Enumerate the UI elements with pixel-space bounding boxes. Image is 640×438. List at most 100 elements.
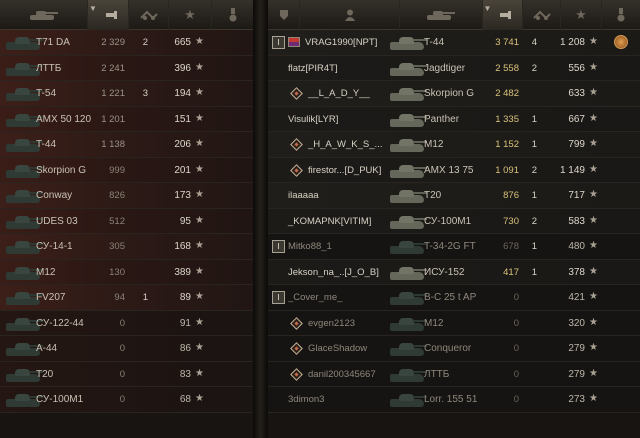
damage-value: 826 <box>109 190 125 201</box>
player-row[interactable]: СУ-14-1 305 168 ★ <box>0 234 253 260</box>
xp-value: 151 <box>174 113 191 125</box>
left-team-panel: ▼ ★ T71 DA 2 329 2 665 ★ ЛТТБ 2 241 396 ★ T-54 1 2… <box>0 0 253 438</box>
player-row[interactable]: I _Cover_me_ B-C 25 t AP 0 421 ★ <box>268 285 640 311</box>
vehicle-name: Skorpion G <box>36 164 87 176</box>
kills-header[interactable] <box>523 0 561 30</box>
player-row[interactable]: UDES 03 512 95 ★ <box>0 208 253 234</box>
player-row[interactable]: __L_A_D_Y__ Skorpion G 2 482 633 ★ <box>268 81 640 107</box>
sort-arrow-icon: ▼ <box>89 4 97 13</box>
player-row[interactable]: T20 0 83 ★ <box>0 361 253 387</box>
tank-icon <box>388 265 427 281</box>
player-row[interactable]: СУ-122-44 0 91 ★ <box>0 310 253 336</box>
vehicle-name: ЛТТБ <box>36 62 62 74</box>
damage-value: 2 329 <box>101 37 125 48</box>
vehicle-name: AMX 50 120 <box>36 113 92 125</box>
tank-header[interactable] <box>400 0 483 30</box>
sort-damage-header[interactable]: ▼ <box>88 0 129 30</box>
vehicle-name: AMX 13 75 <box>424 164 474 176</box>
damage-value: 130 <box>109 266 125 278</box>
player-row[interactable]: Jekson_na_..[J_O_B] ИСУ-152 417 1 378 ★ <box>268 259 640 285</box>
kills-icon <box>532 10 551 20</box>
vehicle-name: ИСУ-152 <box>424 266 465 278</box>
player-row[interactable]: T-44 1 138 206 ★ <box>0 132 253 158</box>
player-name: GlaceShadow <box>308 343 368 354</box>
damage-value: 0 <box>513 343 519 354</box>
player-row[interactable]: GlaceShadow Conqueror 0 279 ★ <box>268 336 640 362</box>
player-row[interactable]: danil200345667 ЛТТБ 0 279 ★ <box>268 361 640 387</box>
damage-value: 1 221 <box>101 88 125 99</box>
player-row[interactable]: FV207 94 1 89 ★ <box>0 285 253 311</box>
player-row[interactable]: 3dimon3 Lorr. 155 51 0 273 ★ <box>268 387 640 413</box>
player-row[interactable]: ilaaaaa T20 876 1 717 ★ <box>268 183 640 209</box>
kills-header[interactable] <box>129 0 169 30</box>
player-row[interactable]: A-44 0 86 ★ <box>0 336 253 362</box>
medal-header[interactable] <box>602 0 640 30</box>
left-player-list: T71 DA 2 329 2 665 ★ ЛТТБ 2 241 396 ★ T-54 1 221 3 1… <box>0 30 253 413</box>
player-name: VRAG1990[NPT] <box>305 37 378 48</box>
kills-value: 2 <box>531 62 537 74</box>
tank-icon <box>388 316 427 332</box>
kills-value: 1 <box>531 266 537 278</box>
xp-header[interactable]: ★ <box>169 0 212 30</box>
player-name: Jekson_na_..[J_O_B] <box>288 266 379 278</box>
damage-value: 1 091 <box>495 164 519 176</box>
player-row[interactable]: _KOMAPNK[VITIM] СУ-100М1 730 2 583 ★ <box>268 208 640 234</box>
player-row[interactable]: AMX 50 120 1 201 151 ★ <box>0 106 253 132</box>
damage-value: 730 <box>503 215 519 227</box>
star-icon: ★ <box>195 291 204 302</box>
medal-icon <box>614 35 628 49</box>
star-icon: ★ <box>589 240 598 251</box>
player-row[interactable]: T71 DA 2 329 2 665 ★ <box>0 30 253 56</box>
xp-value: 279 <box>568 368 585 380</box>
xp-value: 389 <box>174 266 191 278</box>
star-icon: ★ <box>195 342 204 353</box>
kills-value: 1 <box>531 241 537 252</box>
player-row[interactable]: I VRAG1990[NPT] T-44 3 741 4 1 208 ★ <box>268 30 640 56</box>
star-icon: ★ <box>195 214 204 226</box>
star-icon: ★ <box>589 138 598 149</box>
damage-value: 999 <box>109 164 125 176</box>
damage-value: 2 482 <box>495 88 519 99</box>
damage-value: 0 <box>119 368 125 380</box>
kills-value: 3 <box>142 88 148 99</box>
player-header[interactable] <box>300 0 400 30</box>
tank-icon <box>388 290 427 306</box>
tank-icon <box>388 367 427 383</box>
diamond-icon <box>290 367 303 381</box>
medal-icon <box>617 7 625 21</box>
player-row[interactable]: T-54 1 221 3 194 ★ <box>0 81 253 107</box>
player-row[interactable]: Conway 826 173 ★ <box>0 183 253 209</box>
player-row[interactable]: I Mitko88_1 T-34-2G FT 678 1 480 ★ <box>268 234 640 260</box>
player-row[interactable]: flatz[PIR4T] Jagdtiger 2 558 2 556 ★ <box>268 55 640 81</box>
star-icon: ★ <box>195 265 204 277</box>
player-row[interactable]: M12 130 389 ★ <box>0 259 253 285</box>
squad-header[interactable] <box>268 0 300 30</box>
star-icon: ★ <box>195 61 204 73</box>
damage-value: 876 <box>503 190 519 201</box>
sort-damage-header[interactable]: ▼ <box>483 0 523 30</box>
player-row[interactable]: СУ-100М1 0 68 ★ <box>0 387 253 413</box>
xp-value: 1 208 <box>559 37 585 48</box>
vehicle-name: B-C 25 t AP <box>424 292 477 303</box>
player-row[interactable]: ЛТТБ 2 241 396 ★ <box>0 55 253 81</box>
player-name: firestor...[D_PUK] <box>308 164 382 176</box>
xp-header[interactable]: ★ <box>561 0 602 30</box>
xp-value: 583 <box>568 215 585 227</box>
star-icon: ★ <box>195 36 204 47</box>
player-row[interactable]: Visulik[LYR] Panther 1 335 1 667 ★ <box>268 106 640 132</box>
xp-value: 633 <box>568 88 585 99</box>
kills-value: 1 <box>142 292 148 303</box>
clan-flag-icon <box>288 37 300 47</box>
vehicle-name: Jagdtiger <box>424 62 466 74</box>
player-row[interactable]: _H_A_W_K_S_... M12 1 152 1 799 ★ <box>268 132 640 158</box>
right-team-panel: ▼ ★ I VRAG1990[NPT] T-44 3 741 4 1 208 ★ flatz[… <box>268 0 640 438</box>
medal-header[interactable] <box>212 0 253 30</box>
player-row[interactable]: evgen2123 M12 0 320 ★ <box>268 310 640 336</box>
tank-icon[interactable] <box>0 0 88 30</box>
star-icon: ★ <box>589 214 598 226</box>
player-row[interactable]: Skorpion G 999 201 ★ <box>0 157 253 183</box>
vehicle-name: T-34-2G FT <box>424 241 476 252</box>
damage-value: 0 <box>119 317 125 329</box>
player-row[interactable]: firestor...[D_PUK] AMX 13 75 1 091 2 1 149 ★ <box>268 157 640 183</box>
diamond-icon <box>290 316 303 330</box>
